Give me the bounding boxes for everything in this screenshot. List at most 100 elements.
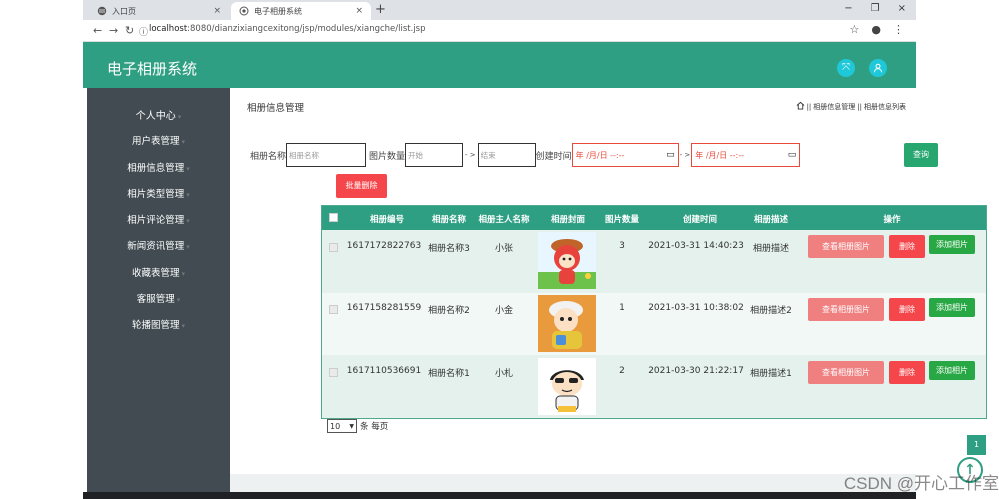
sidebar-item-personal-center[interactable]: 个人中心 ▾ bbox=[87, 107, 230, 122]
pagination-size: 10 ▼ 条 每页 bbox=[327, 419, 388, 433]
photo-count-start-input[interactable]: 开始 bbox=[405, 143, 464, 167]
sidebar-item-albums[interactable]: 相册信息管理 ▾ bbox=[87, 160, 230, 174]
created-time-start-input[interactable]: 年 /月/日 --:-- ▭ bbox=[571, 143, 679, 167]
page-number-button[interactable]: 1 bbox=[967, 435, 986, 455]
calendar-icon[interactable]: ▭ bbox=[666, 150, 675, 160]
browser-tab-entry[interactable]: 入口页 × bbox=[89, 2, 229, 20]
sidebar-item-favorites[interactable]: 收藏表管理 ▾ bbox=[87, 265, 230, 279]
album-name-label: 相册名称 bbox=[250, 151, 287, 162]
album-name-input[interactable]: 相册名称 bbox=[286, 143, 367, 167]
sidebar-item-label: 轮播图管理 bbox=[131, 320, 180, 331]
search-button[interactable]: 查询 bbox=[904, 143, 938, 167]
forward-arrow-icon[interactable]: → bbox=[109, 24, 118, 37]
sidebar-item-users[interactable]: 用户表管理 ▾ bbox=[87, 133, 230, 147]
url-field[interactable]: localhost:8080/dianzixiangcexitong/jsp/m… bbox=[149, 24, 426, 34]
column-header: 图片数量 bbox=[604, 215, 639, 225]
delete-button[interactable]: 删除 bbox=[889, 235, 925, 258]
sidebar-item-carousel[interactable]: 轮播图管理 ▾ bbox=[87, 317, 230, 331]
created-time-end-input[interactable]: 年 /月/日 --:-- ▭ bbox=[691, 143, 801, 167]
view-photos-button[interactable]: 查看相册图片 bbox=[808, 235, 884, 258]
sidebar-item-news[interactable]: 新闻资讯管理 ▾ bbox=[87, 238, 230, 252]
menu-icon[interactable]: ⋮ bbox=[893, 23, 904, 36]
back-arrow-icon[interactable]: ← bbox=[93, 24, 102, 37]
column-header: 相册编号 bbox=[369, 215, 404, 225]
profile-icon[interactable]: ● bbox=[871, 23, 881, 36]
album-owner: 小札 bbox=[494, 369, 513, 379]
sidebar-item-photo-types[interactable]: 相片类型管理 ▾ bbox=[87, 186, 230, 200]
album-cover-image[interactable] bbox=[538, 358, 596, 415]
add-photo-button[interactable]: 添加相片 bbox=[929, 235, 975, 254]
new-tab-button[interactable]: + bbox=[375, 2, 386, 17]
photo-count-end-input[interactable]: 结束 bbox=[477, 143, 536, 167]
chevron-down-icon: ▾ bbox=[181, 270, 186, 278]
address-bar: ← → ↻ ⓘ localhost:8080/dianzixiangcexito… bbox=[83, 20, 916, 42]
window-controls: − ❐ × bbox=[844, 3, 906, 14]
column-header: 相册描述 bbox=[753, 215, 788, 225]
delete-button[interactable]: 删除 bbox=[889, 361, 925, 384]
app-header: 电子相册系统 ⤧ bbox=[83, 42, 916, 88]
sidebar-item-label: 用户表管理 bbox=[131, 136, 180, 147]
close-tab-icon[interactable]: × bbox=[213, 6, 221, 16]
view-photos-button[interactable]: 查看相册图片 bbox=[808, 361, 884, 384]
chevron-down-icon: ▾ bbox=[186, 243, 190, 251]
breadcrumb-separator: || bbox=[806, 102, 812, 111]
add-photo-button[interactable]: 添加相片 bbox=[929, 298, 975, 317]
range-separator: - > bbox=[679, 151, 691, 159]
url-host: localhost bbox=[149, 24, 188, 34]
calendar-icon[interactable]: ▭ bbox=[788, 150, 797, 160]
photo-count: 1 bbox=[619, 303, 625, 313]
close-window-button[interactable]: × bbox=[898, 3, 906, 14]
os-taskbar bbox=[83, 492, 916, 499]
created-time-label: 创建时间 bbox=[535, 151, 572, 162]
breadcrumb: || 相册信息管理 || 相册信息列表 bbox=[796, 101, 906, 112]
browser-tabbar: 入口页 × 电子相册系统 × + − ❐ × bbox=[83, 0, 916, 20]
batch-delete-button[interactable]: 批量删除 bbox=[336, 174, 387, 198]
select-all-checkbox[interactable] bbox=[329, 213, 338, 222]
reload-icon[interactable]: ↻ bbox=[125, 24, 134, 37]
album-table: 相册编号 相册名称 相册主人名称 相册封面 图片数量 创建时间 相册描述 操作 … bbox=[321, 205, 987, 419]
sidebar-item-customer-service[interactable]: 客服管理 ▾ bbox=[87, 291, 230, 305]
row-checkbox[interactable] bbox=[329, 305, 338, 314]
star-icon[interactable]: ☆ bbox=[850, 23, 860, 36]
view-photos-button[interactable]: 查看相册图片 bbox=[808, 298, 884, 321]
album-cover-image[interactable] bbox=[538, 295, 596, 352]
close-tab-icon[interactable]: × bbox=[355, 6, 363, 16]
row-checkbox[interactable] bbox=[329, 243, 338, 252]
main-content: 相册信息管理 || 相册信息管理 || 相册信息列表 相册名称 相册名称 图片数… bbox=[230, 88, 987, 483]
chevron-down-icon: ▾ bbox=[181, 322, 186, 330]
album-name: 相册名称3 bbox=[428, 244, 470, 254]
created-time: 2021-03-31 14:40:23 bbox=[648, 241, 744, 251]
album-owner: 小金 bbox=[494, 306, 513, 316]
column-header: 相册主人名称 bbox=[478, 215, 530, 225]
browser-tab-active[interactable]: 电子相册系统 × bbox=[231, 2, 371, 20]
chevron-down-icon: ▾ bbox=[177, 113, 182, 121]
breadcrumb-item: 相册信息列表 bbox=[864, 102, 906, 111]
created-time: 2021-03-31 10:38:02 bbox=[648, 303, 744, 313]
album-description: 相册描述 bbox=[752, 244, 789, 254]
sidebar-item-label: 个人中心 bbox=[135, 111, 176, 122]
album-description: 相册描述1 bbox=[750, 369, 792, 379]
add-photo-button[interactable]: 添加相片 bbox=[929, 361, 975, 380]
sidebar-item-label: 相片类型管理 bbox=[127, 189, 185, 200]
album-cover-image[interactable] bbox=[538, 232, 596, 289]
row-checkbox[interactable] bbox=[329, 368, 338, 377]
minimize-button[interactable]: − bbox=[844, 3, 852, 14]
info-icon[interactable]: ⓘ bbox=[139, 25, 148, 38]
address-actions: ☆ ● ⋮ bbox=[850, 23, 904, 36]
table-row: 1617158281559 相册名称2 小金 1 2021-03-31 10:3… bbox=[322, 293, 986, 355]
restore-button[interactable]: ❐ bbox=[871, 3, 880, 14]
user-icon[interactable] bbox=[869, 59, 887, 77]
page-title: 相册信息管理 bbox=[247, 103, 305, 114]
breadcrumb-item[interactable]: 相册信息管理 bbox=[813, 102, 855, 112]
fullscreen-icon[interactable]: ⤧ bbox=[837, 59, 855, 77]
sidebar-item-label: 相册信息管理 bbox=[127, 163, 185, 174]
page-size-select[interactable]: 10 ▼ bbox=[327, 419, 357, 433]
home-icon[interactable] bbox=[796, 101, 805, 112]
page-size-value: 10 bbox=[330, 421, 341, 431]
sidebar-item-photo-comments[interactable]: 相片评论管理 ▾ bbox=[87, 212, 230, 226]
table-header: 相册编号 相册名称 相册主人名称 相册封面 图片数量 创建时间 相册描述 操作 bbox=[322, 206, 986, 230]
chevron-down-icon: ▾ bbox=[186, 217, 190, 225]
delete-button[interactable]: 删除 bbox=[889, 298, 925, 321]
created-time: 2021-03-30 21:22:17 bbox=[648, 366, 744, 376]
album-description: 相册描述2 bbox=[750, 306, 792, 316]
